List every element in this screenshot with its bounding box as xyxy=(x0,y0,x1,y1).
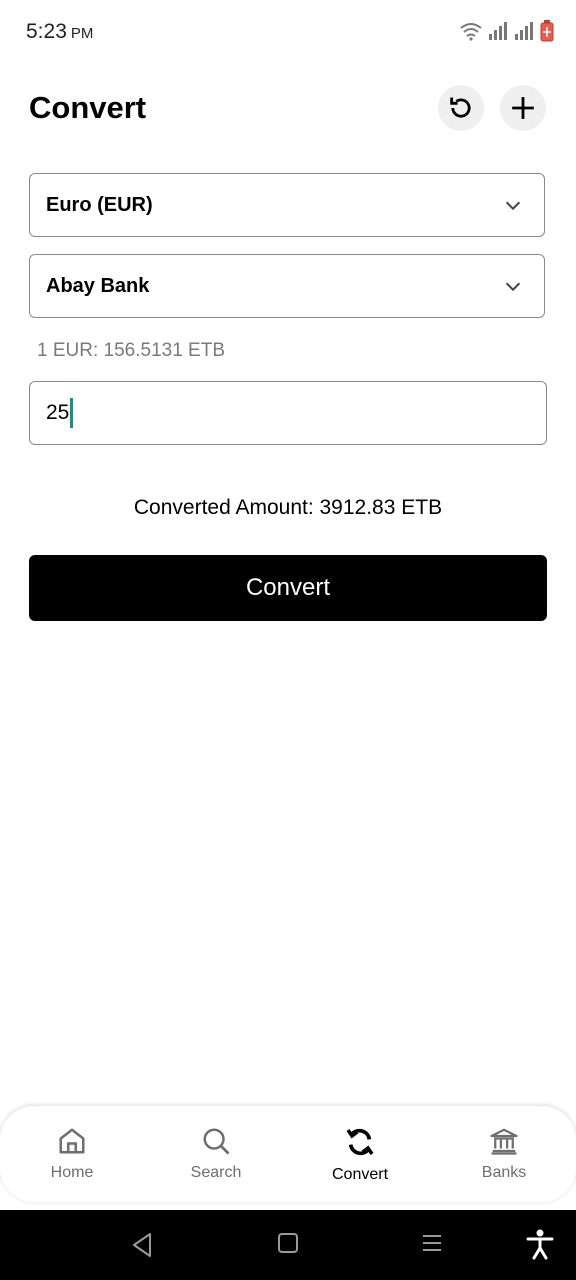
system-nav-bar xyxy=(0,1210,576,1280)
page-title: Convert xyxy=(29,90,147,125)
status-time: 5:23 PM xyxy=(26,20,93,44)
currency-select[interactable]: Euro (EUR) xyxy=(29,173,545,237)
bank-select-value: Abay Bank xyxy=(46,274,150,297)
accessibility-icon[interactable] xyxy=(526,1228,554,1260)
status-bar: 5:23 PM xyxy=(0,0,576,66)
search-icon xyxy=(203,1128,230,1155)
nav-label-banks: Banks xyxy=(481,1164,527,1181)
add-button[interactable] xyxy=(500,85,546,131)
recents-menu-icon[interactable] xyxy=(421,1232,443,1254)
time-ampm: PM xyxy=(70,25,94,42)
exchange-rate-text: 1 EUR: 156.5131 ETB xyxy=(37,340,225,361)
nav-label-convert: Convert xyxy=(331,1166,389,1183)
nav-item-convert[interactable]: Convert xyxy=(288,1106,432,1202)
nav-label-search: Search xyxy=(190,1164,242,1181)
wifi-icon xyxy=(460,23,482,41)
converted-amount-text: Converted Amount: 3912.83 ETB xyxy=(133,496,443,519)
bank-icon xyxy=(490,1128,518,1155)
signal-icon-2 xyxy=(515,22,533,40)
bottom-nav: Home Search Convert Banks xyxy=(0,1106,576,1202)
chevron-down-icon xyxy=(505,201,521,211)
convert-button[interactable]: Convert xyxy=(29,555,547,621)
nav-item-banks[interactable]: Banks xyxy=(432,1106,576,1202)
refresh-icon xyxy=(450,97,471,118)
amount-input[interactable]: 25 xyxy=(29,381,547,445)
chevron-down-icon xyxy=(505,282,521,292)
status-icons xyxy=(460,20,554,42)
bank-select[interactable]: Abay Bank xyxy=(29,254,545,318)
time-value: 5:23 xyxy=(26,20,67,43)
home-square-icon[interactable] xyxy=(277,1232,299,1254)
reset-button[interactable] xyxy=(438,85,484,131)
convert-icon xyxy=(346,1128,374,1156)
battery-icon xyxy=(540,20,554,42)
nav-item-search[interactable]: Search xyxy=(144,1106,288,1202)
signal-icon xyxy=(489,22,507,40)
text-caret xyxy=(70,398,74,428)
currency-select-value: Euro (EUR) xyxy=(46,193,153,216)
nav-item-home[interactable]: Home xyxy=(0,1106,144,1202)
plus-icon xyxy=(512,97,534,119)
back-icon[interactable] xyxy=(130,1232,154,1258)
amount-input-value: 25 xyxy=(46,401,70,424)
home-icon xyxy=(59,1128,85,1154)
nav-label-home: Home xyxy=(50,1164,94,1181)
